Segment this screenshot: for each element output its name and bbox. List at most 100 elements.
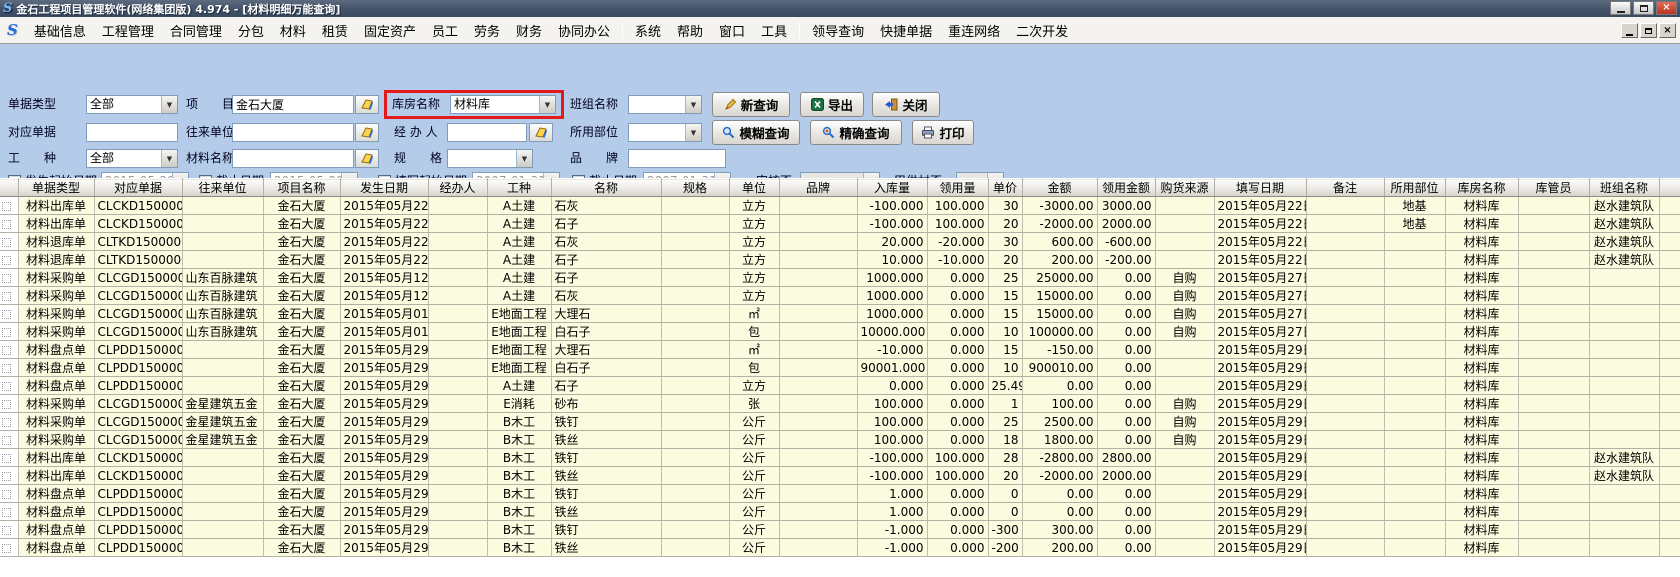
table-cell[interactable]: 赵水建筑队 bbox=[1589, 467, 1659, 485]
column-header[interactable]: 名称 bbox=[551, 179, 661, 197]
table-cell[interactable] bbox=[182, 359, 263, 377]
table-cell[interactable]: 材料库 bbox=[1445, 539, 1518, 557]
table-cell[interactable]: 金石大厦 bbox=[263, 251, 340, 269]
table-cell[interactable]: 赵水建筑队 bbox=[1589, 215, 1659, 233]
table-cell[interactable] bbox=[1518, 485, 1589, 503]
table-row[interactable]: 材料采购单CLCGD150000006金星建筑五金金石大厦2015年05月29日… bbox=[0, 413, 1680, 431]
table-cell[interactable]: 材料库 bbox=[1445, 449, 1518, 467]
table-cell[interactable] bbox=[1306, 251, 1384, 269]
table-cell[interactable]: 金石大厦 bbox=[263, 413, 340, 431]
table-cell[interactable]: B木工 bbox=[487, 503, 551, 521]
menu-item[interactable]: 工程管理 bbox=[94, 18, 162, 43]
table-cell[interactable] bbox=[1155, 359, 1214, 377]
table-cell[interactable] bbox=[661, 269, 729, 287]
row-indicator[interactable] bbox=[0, 251, 18, 269]
mdi-minimize-button[interactable] bbox=[1621, 23, 1638, 38]
table-cell[interactable]: 金石大厦 bbox=[263, 539, 340, 557]
table-cell[interactable]: 0.00 bbox=[1022, 377, 1097, 395]
table-cell[interactable] bbox=[661, 215, 729, 233]
table-cell[interactable]: 0.00 bbox=[1097, 485, 1155, 503]
table-cell[interactable]: 材料库 bbox=[1445, 485, 1518, 503]
table-cell[interactable]: 0.000 bbox=[927, 413, 988, 431]
table-cell[interactable]: 2015年05月29日 bbox=[1214, 467, 1306, 485]
table-cell[interactable]: CLCGD150000006 bbox=[94, 431, 182, 449]
table-cell[interactable]: 0.00 bbox=[1022, 485, 1097, 503]
table-cell[interactable]: 材料采购单 bbox=[18, 413, 94, 431]
row-indicator[interactable] bbox=[0, 269, 18, 287]
table-cell[interactable] bbox=[1518, 215, 1589, 233]
table-cell[interactable]: 15000.00 bbox=[1022, 287, 1097, 305]
table-cell[interactable]: E地面工程 bbox=[487, 359, 551, 377]
column-header[interactable]: 发生日期 bbox=[340, 179, 428, 197]
table-cell[interactable]: 自购 bbox=[1155, 269, 1214, 287]
table-cell[interactable]: 20 bbox=[988, 467, 1022, 485]
table-cell[interactable] bbox=[1589, 413, 1659, 431]
table-cell[interactable] bbox=[1155, 341, 1214, 359]
table-cell[interactable] bbox=[1518, 341, 1589, 359]
table-cell[interactable] bbox=[428, 485, 487, 503]
table-cell[interactable] bbox=[779, 521, 857, 539]
table-cell[interactable]: 1 bbox=[988, 395, 1022, 413]
table-cell[interactable]: 100.000 bbox=[857, 431, 927, 449]
table-cell[interactable]: 材料库 bbox=[1445, 359, 1518, 377]
table-cell[interactable]: 2015年05月29日 bbox=[340, 503, 428, 521]
table-cell[interactable] bbox=[1518, 287, 1589, 305]
table-cell[interactable] bbox=[1306, 305, 1384, 323]
table-cell[interactable]: 材料盘点单 bbox=[18, 377, 94, 395]
table-cell[interactable]: 10.000 bbox=[857, 251, 927, 269]
table-cell[interactable]: 石子 bbox=[551, 269, 661, 287]
table-cell[interactable]: 10 bbox=[988, 323, 1022, 341]
table-cell[interactable]: 石子 bbox=[551, 377, 661, 395]
table-cell[interactable]: CLCKD150000001 bbox=[94, 197, 182, 215]
table-cell[interactable]: 0.000 bbox=[927, 305, 988, 323]
table-cell[interactable] bbox=[1518, 197, 1589, 215]
table-cell[interactable]: 材料库 bbox=[1445, 269, 1518, 287]
table-cell[interactable] bbox=[779, 215, 857, 233]
fuzzy-query-button[interactable]: 模糊查询 bbox=[712, 120, 800, 145]
column-header[interactable]: 购货来源 bbox=[1155, 179, 1214, 197]
table-cell[interactable]: 0.00 bbox=[1097, 503, 1155, 521]
table-cell[interactable] bbox=[1518, 413, 1589, 431]
column-header[interactable]: 项目名称 bbox=[263, 179, 340, 197]
table-row[interactable]: 材料采购单CLCGD150000005山东百脉建筑金石大厦2015年05月01日… bbox=[0, 323, 1680, 341]
table-cell[interactable] bbox=[182, 485, 263, 503]
table-cell[interactable] bbox=[428, 377, 487, 395]
table-cell[interactable] bbox=[661, 305, 729, 323]
table-cell[interactable] bbox=[1306, 269, 1384, 287]
table-cell[interactable]: 材料出库单 bbox=[18, 197, 94, 215]
table-cell[interactable] bbox=[428, 521, 487, 539]
column-header[interactable]: 对应单据 bbox=[94, 179, 182, 197]
table-cell[interactable]: 材料采购单 bbox=[18, 287, 94, 305]
table-cell[interactable]: 山东百脉建筑 bbox=[182, 305, 263, 323]
table-cell[interactable] bbox=[779, 197, 857, 215]
table-cell[interactable]: 赵水建筑队 bbox=[1589, 449, 1659, 467]
table-cell[interactable] bbox=[1518, 269, 1589, 287]
table-cell[interactable]: 材料库 bbox=[1445, 341, 1518, 359]
table-cell[interactable]: 铁丝 bbox=[551, 467, 661, 485]
table-cell[interactable] bbox=[1518, 503, 1589, 521]
table-cell[interactable]: 金石大厦 bbox=[263, 395, 340, 413]
table-cell[interactable]: 立方 bbox=[729, 287, 779, 305]
table-cell[interactable] bbox=[661, 233, 729, 251]
table-cell[interactable]: 2015年05月27日 bbox=[1214, 305, 1306, 323]
table-cell[interactable] bbox=[779, 467, 857, 485]
table-cell[interactable] bbox=[428, 413, 487, 431]
table-cell[interactable]: 材料库 bbox=[1445, 431, 1518, 449]
table-row[interactable]: 材料退库单CLTKD150000001金石大厦2015年05月22日A土建石子立… bbox=[0, 251, 1680, 269]
table-cell[interactable]: CLPDD150000002 bbox=[94, 503, 182, 521]
table-cell[interactable] bbox=[1306, 521, 1384, 539]
table-cell[interactable] bbox=[1589, 503, 1659, 521]
table-cell[interactable] bbox=[1589, 377, 1659, 395]
table-cell[interactable]: 铁钉 bbox=[551, 485, 661, 503]
table-cell[interactable] bbox=[182, 503, 263, 521]
table-cell[interactable]: 10000.000 bbox=[857, 323, 927, 341]
table-cell[interactable] bbox=[1384, 521, 1445, 539]
table-cell[interactable]: 自购 bbox=[1155, 305, 1214, 323]
table-cell[interactable] bbox=[661, 431, 729, 449]
table-cell[interactable] bbox=[661, 251, 729, 269]
table-cell[interactable]: -2800.00 bbox=[1022, 449, 1097, 467]
table-cell[interactable]: 铁丝 bbox=[551, 503, 661, 521]
table-cell[interactable]: 1800.00 bbox=[1022, 431, 1097, 449]
table-cell[interactable] bbox=[428, 359, 487, 377]
table-cell[interactable]: -2000.00 bbox=[1022, 215, 1097, 233]
